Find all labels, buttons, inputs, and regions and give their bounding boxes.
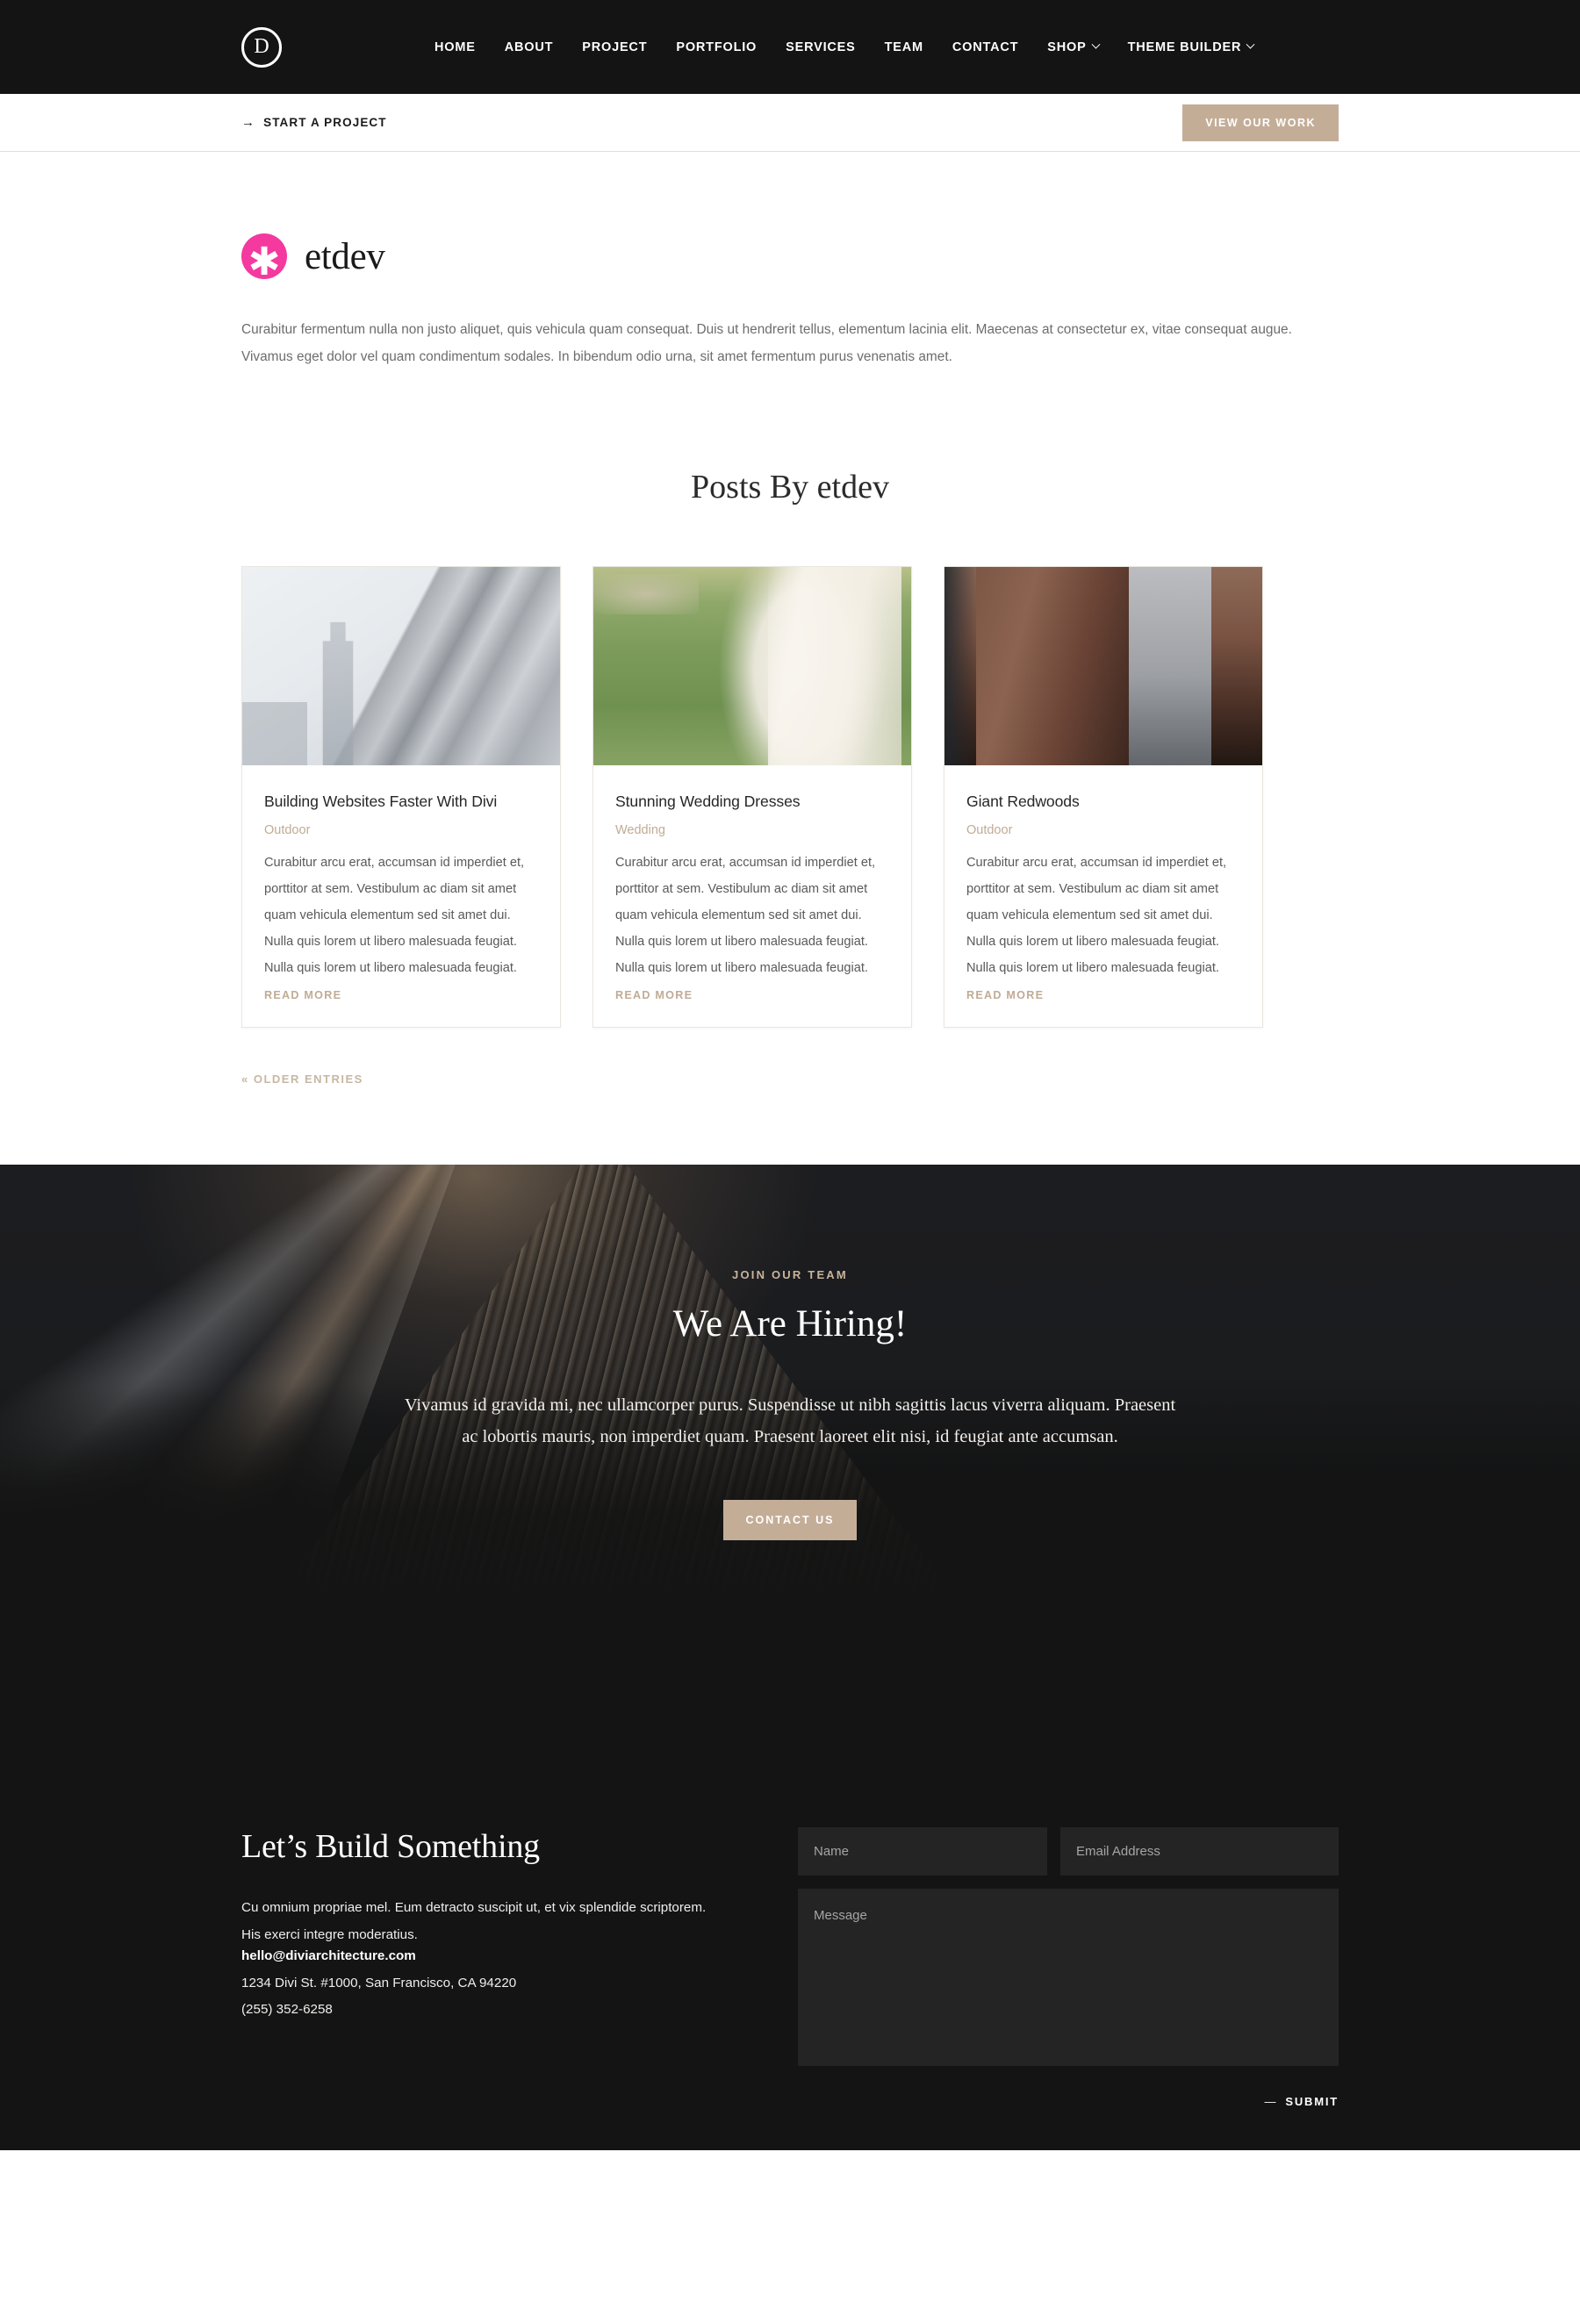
start-a-project-link[interactable]: → START A PROJECT xyxy=(241,116,387,129)
footer-address: 1234 Divi St. #1000, San Francisco, CA 9… xyxy=(241,1975,517,1990)
post-title[interactable]: Giant Redwoods xyxy=(966,791,1240,814)
email-input[interactable] xyxy=(1060,1826,1339,1876)
post-excerpt: Curabitur arcu erat, accumsan id imperdi… xyxy=(615,856,876,975)
nav-item-about[interactable]: ABOUT xyxy=(505,40,554,54)
nav-item-theme-builder[interactable]: THEME BUILDER xyxy=(1127,39,1255,54)
author-name: etdev xyxy=(305,235,385,277)
view-our-work-button[interactable]: VIEW OUR WORK xyxy=(1182,104,1339,141)
post-thumbnail-image xyxy=(944,566,1262,765)
start-a-project-label: START A PROJECT xyxy=(263,116,387,129)
chevron-down-icon xyxy=(1246,39,1255,49)
hiring-eyebrow: JOIN OUR TEAM xyxy=(732,1267,848,1281)
nav-label: ABOUT xyxy=(504,39,554,54)
post-title[interactable]: Building Websites Faster With Divi xyxy=(264,791,538,814)
post-excerpt: Curabitur arcu erat, accumsan id imperdi… xyxy=(264,856,525,975)
footer-email-link[interactable]: hello@diviarchitecture.com xyxy=(241,1948,416,1963)
post-thumbnail-image xyxy=(242,566,560,765)
nav-label: TEAM xyxy=(884,39,923,54)
post-card-body: Stunning Wedding Dresses Wedding Curabit… xyxy=(593,765,911,1027)
nav-item-team[interactable]: TEAM xyxy=(885,40,923,54)
contact-us-button[interactable]: CONTACT US xyxy=(723,1499,857,1540)
logo-letter: D xyxy=(254,35,269,58)
footer-contact-section: Let’s Build Something Cu omnium propriae… xyxy=(0,1693,1580,2150)
footer-phone: (255) 352-6258 xyxy=(241,2001,333,2017)
nav-item-contact[interactable]: CONTACT xyxy=(952,40,1018,54)
post-card[interactable]: Building Websites Faster With Divi Outdo… xyxy=(241,565,561,1028)
nav-label: PROJECT xyxy=(582,39,648,54)
name-input[interactable] xyxy=(798,1826,1047,1876)
nav-item-home[interactable]: HOME xyxy=(434,40,476,54)
nav-item-shop[interactable]: SHOP xyxy=(1047,39,1101,54)
nav-inner: D HOME ABOUT PROJECT PORTFOLIO SERVICES … xyxy=(241,26,1339,68)
nav-item-services[interactable]: SERVICES xyxy=(786,40,855,54)
nav-label: THEME BUILDER xyxy=(1127,39,1242,54)
post-excerpt: Curabitur arcu erat, accumsan id imperdi… xyxy=(966,856,1227,975)
submit-row: — SUBMIT xyxy=(798,2095,1339,2108)
nav-label: SERVICES xyxy=(786,39,856,54)
author-bio: Curabitur fermentum nulla non justo aliq… xyxy=(241,322,1292,364)
post-category[interactable]: Outdoor xyxy=(966,823,1240,837)
post-card-body: Building Websites Faster With Divi Outdo… xyxy=(242,765,560,1027)
secondary-bar: → START A PROJECT VIEW OUR WORK xyxy=(0,94,1580,152)
nav-label: PORTFOLIO xyxy=(676,39,758,54)
footer-heading: Let’s Build Something xyxy=(241,1827,540,1865)
footer-inner: Let’s Build Something Cu omnium propriae… xyxy=(241,1826,1339,2108)
form-row-top xyxy=(798,1826,1339,1876)
nav-label: CONTACT xyxy=(952,39,1019,54)
nav-menu: HOME ABOUT PROJECT PORTFOLIO SERVICES TE… xyxy=(434,39,1255,54)
post-category[interactable]: Wedding xyxy=(615,823,889,837)
posts-heading: Posts By etdev xyxy=(691,468,889,506)
message-textarea[interactable] xyxy=(798,1888,1339,2066)
asterisk-icon: ✱ xyxy=(248,239,281,284)
older-entries-link[interactable]: « OLDER ENTRIES xyxy=(241,1072,363,1086)
chevron-down-icon xyxy=(1091,39,1101,49)
footer-paragraph: Cu omnium propriae mel. Eum detracto sus… xyxy=(241,1899,707,1942)
nav-label: SHOP xyxy=(1047,39,1087,54)
submit-label: SUBMIT xyxy=(1285,2094,1339,2108)
primary-navigation-bar: D HOME ABOUT PROJECT PORTFOLIO SERVICES … xyxy=(0,0,1580,94)
arrow-right-icon: → xyxy=(241,115,256,130)
divi-logo-icon[interactable]: D xyxy=(241,26,282,68)
post-card-body: Giant Redwoods Outdoor Curabitur arcu er… xyxy=(944,765,1262,1027)
hiring-paragraph: Vivamus id gravida mi, nec ullamcorper p… xyxy=(404,1395,1176,1447)
secondary-bar-inner: → START A PROJECT VIEW OUR WORK xyxy=(241,94,1339,151)
posts-section: Posts By etdev Building Websites Faster … xyxy=(241,371,1339,1087)
author-header-section: ✱ etdev Curabitur fermentum nulla non ju… xyxy=(241,152,1339,371)
nav-item-project[interactable]: PROJECT xyxy=(582,40,647,54)
read-more-link[interactable]: READ MORE xyxy=(615,989,693,1001)
post-card-grid: Building Websites Faster With Divi Outdo… xyxy=(241,565,1339,1028)
nav-label: HOME xyxy=(434,39,476,54)
dash-icon: — xyxy=(1264,2094,1278,2108)
read-more-link[interactable]: READ MORE xyxy=(966,989,1044,1001)
post-title[interactable]: Stunning Wedding Dresses xyxy=(615,791,889,814)
post-card[interactable]: Stunning Wedding Dresses Wedding Curabit… xyxy=(592,565,912,1028)
page-root: D HOME ABOUT PROJECT PORTFOLIO SERVICES … xyxy=(0,0,1580,2150)
read-more-link[interactable]: READ MORE xyxy=(264,989,341,1001)
footer-info-column: Let’s Build Something Cu omnium propriae… xyxy=(241,1827,733,2017)
post-thumbnail-image xyxy=(593,566,911,765)
pagination: « OLDER ENTRIES xyxy=(241,1072,1339,1087)
author-avatar: ✱ xyxy=(241,233,287,284)
hiring-heading: We Are Hiring! xyxy=(672,1302,908,1345)
contact-form: — SUBMIT xyxy=(798,1826,1339,2108)
hiring-cta-section: JOIN OUR TEAM We Are Hiring! Vivamus id … xyxy=(0,1164,1580,1694)
author-identity: ✱ etdev xyxy=(241,233,1339,284)
hiring-content: JOIN OUR TEAM We Are Hiring! Vivamus id … xyxy=(241,1165,1339,1540)
nav-item-portfolio[interactable]: PORTFOLIO xyxy=(676,40,757,54)
post-card[interactable]: Giant Redwoods Outdoor Curabitur arcu er… xyxy=(944,565,1263,1028)
post-category[interactable]: Outdoor xyxy=(264,823,538,837)
submit-button[interactable]: — SUBMIT xyxy=(1265,2095,1339,2108)
